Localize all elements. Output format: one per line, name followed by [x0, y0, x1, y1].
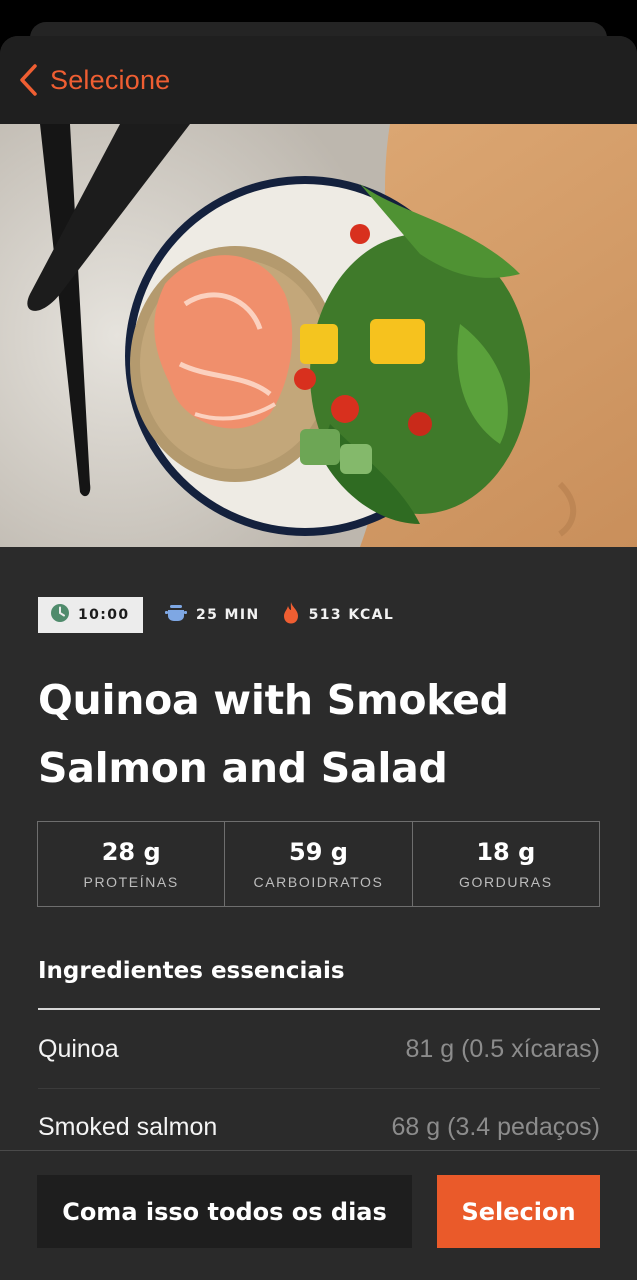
calories-text: 513 KCAL: [308, 607, 395, 623]
calories-info: 513 KCAL: [282, 602, 395, 628]
divider: [38, 1008, 600, 1010]
ingredient-amount: 81 g (0.5 xícaras): [405, 1035, 600, 1063]
recipe-sheet: Selecione 10:00 25 MIN 513 KCAL Quinoa w…: [0, 36, 637, 1280]
macro-protein: 28 g PROTEÍNAS: [38, 822, 226, 906]
pot-icon: [165, 603, 187, 627]
back-button[interactable]: Selecione: [18, 63, 170, 97]
ingredient-name: Smoked salmon: [38, 1113, 218, 1141]
ingredients-heading: Ingredientes essenciais: [38, 958, 345, 984]
recipe-meta: 10:00 25 MIN 513 KCAL: [38, 597, 394, 633]
macro-fat: 18 g GORDURAS: [413, 822, 599, 906]
nav-bar: Selecione: [0, 36, 637, 124]
time-chip[interactable]: 10:00: [38, 597, 143, 633]
chevron-left-icon: [18, 63, 38, 97]
back-label: Selecione: [50, 64, 171, 95]
time-text: 10:00: [78, 607, 130, 623]
macro-value: 59 g: [289, 838, 348, 866]
macro-label: CARBOIDRATOS: [253, 874, 384, 890]
macros-table: 28 g PROTEÍNAS 59 g CARBOIDRATOS 18 g GO…: [37, 821, 600, 907]
eat-daily-button[interactable]: Coma isso todos os dias: [37, 1175, 412, 1248]
ingredient-row[interactable]: Quinoa 81 g (0.5 xícaras): [38, 1011, 600, 1089]
ingredient-name: Quinoa: [38, 1035, 119, 1063]
macro-label: GORDURAS: [458, 874, 553, 890]
duration-text: 25 MIN: [196, 607, 260, 623]
action-footer: Coma isso todos os dias Selecion: [0, 1150, 637, 1280]
recipe-photo: [0, 124, 637, 547]
macro-value: 18 g: [476, 838, 536, 866]
ingredient-amount: 68 g (3.4 pedaços): [391, 1113, 600, 1141]
select-button[interactable]: Selecion: [437, 1175, 600, 1248]
recipe-title: Quinoa with Smoked Salmon and Salad: [38, 676, 509, 792]
clock-icon: [50, 603, 70, 627]
macro-label: PROTEÍNAS: [83, 874, 179, 890]
macro-carbs: 59 g CARBOIDRATOS: [225, 822, 413, 906]
food-photo-illustration: [0, 124, 637, 547]
flame-icon: [282, 602, 300, 628]
macro-value: 28 g: [101, 838, 161, 866]
duration-info: 25 MIN: [165, 603, 260, 627]
